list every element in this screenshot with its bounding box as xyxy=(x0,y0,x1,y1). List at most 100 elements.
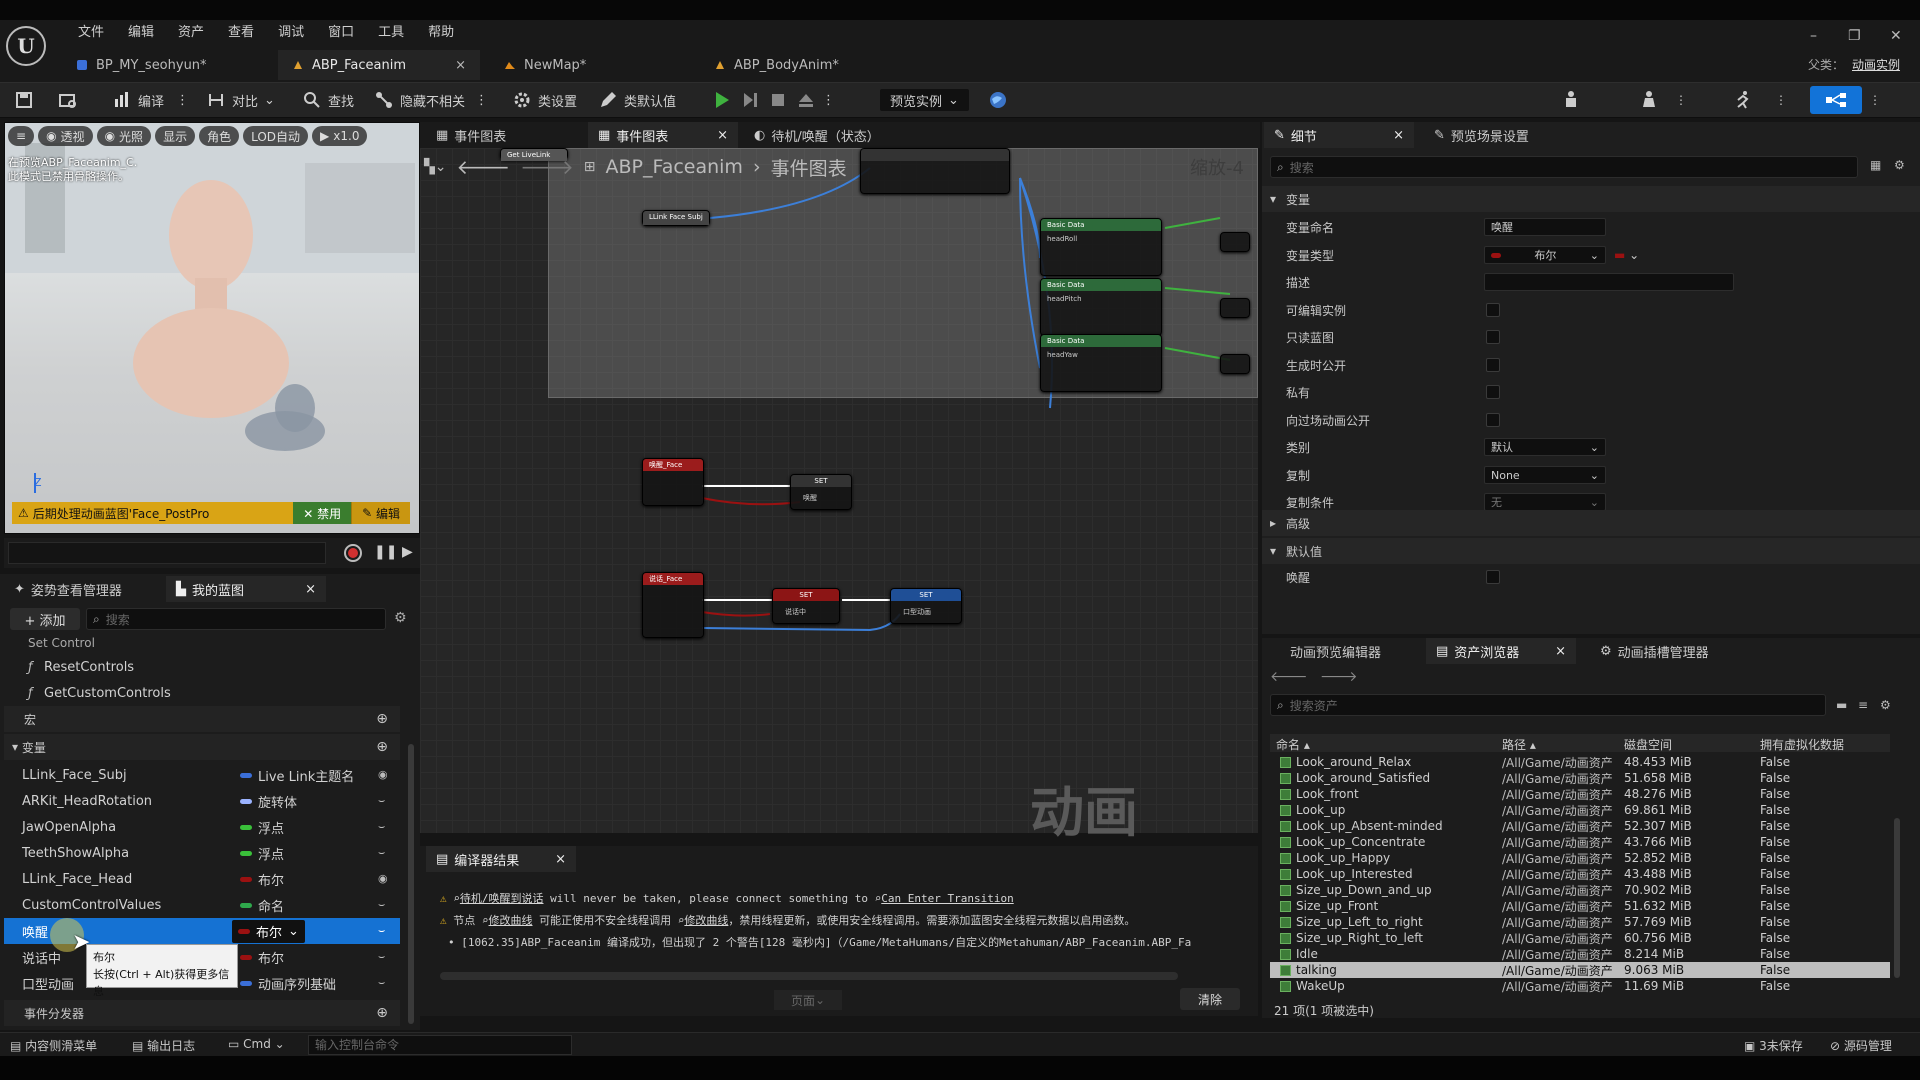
variable-type[interactable]: 布尔 ⌄ xyxy=(232,919,305,943)
class-settings-button[interactable]: 类设置 xyxy=(512,86,577,114)
tab-anim-slot-manager[interactable]: ⚙ 动画插槽管理器 xyxy=(1590,638,1760,664)
filter-icon[interactable]: ≡ xyxy=(1858,698,1868,712)
node-link[interactable]: 修改曲线 xyxy=(489,914,533,927)
playback-speed-button[interactable]: ▶ x1.0 xyxy=(312,126,368,146)
add-variable-icon[interactable]: ⊕ xyxy=(376,739,388,755)
class-defaults-button[interactable]: 类默认值 xyxy=(598,86,676,114)
close-tab-icon[interactable]: × xyxy=(305,582,316,597)
variable-item[interactable]: TeethShowAlpha 浮点 ⌣ xyxy=(4,840,400,866)
output-log-button[interactable]: ▤ 输出日志 xyxy=(132,1037,195,1054)
asset-row[interactable]: Look_around_Relax/All/Game/动画资产 48.453 Mi… xyxy=(1270,754,1890,770)
variables-section[interactable]: ▾ 变量 ⊕ xyxy=(4,734,400,760)
show-button[interactable]: 显示 xyxy=(155,126,196,146)
variable-type-dropdown[interactable]: 布尔 ⌄ xyxy=(1484,246,1606,264)
asset-scrollbar[interactable] xyxy=(1894,818,1900,978)
state-link[interactable]: 待机/唤醒到说话 xyxy=(460,892,544,905)
tab-event-graph[interactable]: ▦ 事件图表 xyxy=(426,122,586,148)
tab-pose-manager[interactable]: ✦ 姿势查看管理器 xyxy=(4,576,164,602)
property-dropdown[interactable]: 默认 ⌄ xyxy=(1484,438,1606,456)
container-type-dropdown[interactable]: ▬ ⌄ xyxy=(1614,248,1639,262)
menu-debug[interactable]: 调试 xyxy=(266,24,316,42)
lighting-button[interactable]: ◉ 光照 xyxy=(96,126,152,146)
gear-icon[interactable]: ⚙ xyxy=(394,610,407,626)
close-tab-icon[interactable]: × xyxy=(1555,644,1566,659)
preview-instance-dropdown[interactable]: 预览实例 ⌄ xyxy=(880,89,969,111)
doc-tab-newmap[interactable]: NewMap* xyxy=(490,50,690,80)
default-wake-checkbox[interactable] xyxy=(1486,570,1500,584)
bookmark-icon[interactable]: ▚⌄ xyxy=(424,159,447,175)
pause-button[interactable]: ❚❚ xyxy=(374,544,397,560)
dispatchers-section[interactable]: 事件分发器 ⊕ xyxy=(4,1000,400,1026)
node-pin[interactable]: headRoll xyxy=(1041,231,1161,247)
back-arrow-icon[interactable]: 🡐 xyxy=(457,155,511,179)
eject-button[interactable]: ⋮ xyxy=(796,86,835,114)
asset-row[interactable]: Size_up_Right_to_left/All/Game/动画资产 60.75… xyxy=(1270,930,1890,946)
page-dropdown[interactable]: 页面 ⌄ xyxy=(774,990,842,1010)
function-item[interactable]: Set Control xyxy=(4,636,400,650)
property-checkbox[interactable] xyxy=(1486,413,1500,427)
eye-icon[interactable]: ◉ xyxy=(378,769,392,780)
kebab-icon[interactable]: ⋮ xyxy=(822,93,835,108)
event-node-wake[interactable]: 唤醒_Face xyxy=(642,458,704,506)
forward-arrow-icon[interactable]: 🡒 xyxy=(1320,668,1358,685)
asset-row[interactable]: Look_up_Interested/All/Game/动画资产 43.488 M… xyxy=(1270,866,1890,882)
property-checkbox[interactable] xyxy=(1486,358,1500,372)
breadcrumb-root[interactable]: ABP_Faceanim xyxy=(606,156,743,178)
variable-item[interactable]: ARKit_HeadRotation 旋转体 ⌣ xyxy=(4,788,400,814)
eye-closed-icon[interactable]: ⌣ xyxy=(378,951,392,962)
doc-tab-bp-my-seohyun[interactable]: BP_MY_seohyun* xyxy=(62,50,276,80)
asset-row[interactable]: Size_up_Front/All/Game/动画资产 51.632 MiB Fal… xyxy=(1270,898,1890,914)
macros-section[interactable]: 宏 ⊕ xyxy=(4,706,400,732)
property-checkbox[interactable] xyxy=(1486,385,1500,399)
asset-row[interactable]: Size_up_Down_and_up/All/Game/动画资产 70.902 … xyxy=(1270,882,1890,898)
variable-item[interactable]: JawOpenAlpha 浮点 ⌣ xyxy=(4,814,400,840)
variable-category-header[interactable]: ▾ 变量 xyxy=(1262,186,1920,212)
kebab-icon[interactable]: ⋮ xyxy=(475,93,488,108)
hide-unrelated-button[interactable]: 隐藏不相关 ⋮ xyxy=(374,86,488,114)
forward-button[interactable]: ▶ xyxy=(402,544,413,560)
maximize-button[interactable]: ❐ xyxy=(1848,28,1861,44)
graph-node[interactable]: Basic Data headYaw xyxy=(1040,334,1162,392)
graph-node[interactable] xyxy=(1220,298,1250,318)
node-link[interactable]: 修改曲线 xyxy=(684,914,728,927)
variable-name-input[interactable]: 唤醒 xyxy=(1484,218,1606,236)
play-button[interactable] xyxy=(712,86,732,114)
tab-details[interactable]: ✎ 细节 × xyxy=(1264,122,1414,148)
property-checkbox[interactable] xyxy=(1486,303,1500,317)
graph-node[interactable]: Basic Data headRoll xyxy=(1040,218,1162,276)
eye-closed-icon[interactable]: ⌣ xyxy=(378,977,392,988)
event-node-talk[interactable]: 说话_Face xyxy=(642,572,704,638)
menu-file[interactable]: 文件 xyxy=(66,24,116,42)
menu-asset[interactable]: 资产 xyxy=(166,24,216,42)
close-tab-icon[interactable]: × xyxy=(717,128,728,143)
animation-mode-button[interactable] xyxy=(1726,86,1760,114)
find-button[interactable]: 查找 xyxy=(302,86,354,114)
tab-event-graph-active[interactable]: ▦ 事件图表 × xyxy=(588,122,738,148)
node-pin[interactable]: 口型动画 xyxy=(891,601,961,623)
menu-edit[interactable]: 编辑 xyxy=(116,24,166,42)
edit-postprocess-button[interactable]: ✎ 编辑 xyxy=(351,502,410,524)
property-dropdown[interactable]: 无 ⌄ xyxy=(1484,493,1606,511)
graph-node[interactable]: LLink Face Subj xyxy=(642,210,710,226)
browse-button[interactable] xyxy=(58,86,78,114)
asset-row[interactable]: Look_up/All/Game/动画资产 69.861 MiB False xyxy=(1270,802,1890,818)
asset-row[interactable]: talking/All/Game/动画资产 9.063 MiB False xyxy=(1270,962,1890,978)
close-window-button[interactable]: ✕ xyxy=(1890,28,1902,44)
property-dropdown[interactable]: None ⌄ xyxy=(1484,466,1606,484)
kebab-icon[interactable]: ⋮ xyxy=(176,93,189,108)
function-item[interactable]: ƒ ResetControls xyxy=(4,654,400,680)
node-pin[interactable]: 唤醒 xyxy=(791,487,851,509)
viewport-menu-button[interactable]: ≡ xyxy=(8,126,35,146)
timeline-scrubber[interactable] xyxy=(8,542,326,564)
asset-row[interactable]: Look_up_Happy/All/Game/动画资产 52.852 MiB Fal… xyxy=(1270,850,1890,866)
kebab-icon[interactable]: ⋮ xyxy=(1674,86,1688,114)
add-button[interactable]: + 添加 xyxy=(10,608,80,630)
back-arrow-icon[interactable]: 🡐 xyxy=(1270,668,1308,685)
eye-closed-icon[interactable]: ⌣ xyxy=(378,899,392,910)
eye-closed-icon[interactable]: ⌣ xyxy=(378,847,392,858)
doc-tab-abp-faceanim[interactable]: ABP_Faceanim × xyxy=(278,50,480,80)
character-button[interactable]: 角色 xyxy=(199,126,240,146)
unreal-logo[interactable]: U xyxy=(6,26,46,66)
node-pin[interactable]: headYaw xyxy=(1041,347,1161,363)
gear-icon[interactable]: ⚙ xyxy=(1894,158,1905,172)
